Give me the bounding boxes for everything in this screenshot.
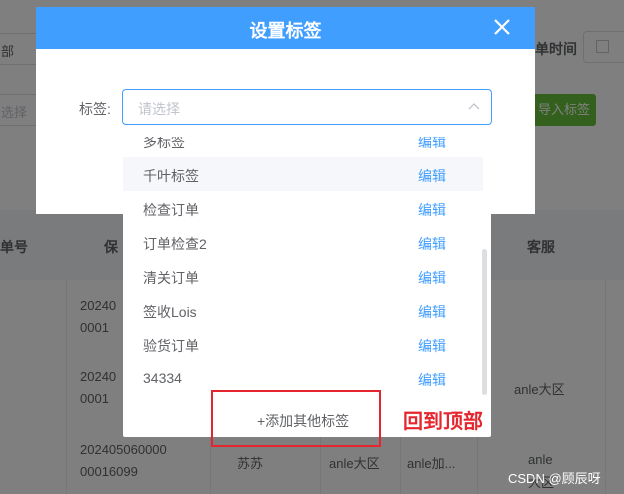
- close-icon[interactable]: [491, 16, 513, 38]
- dropdown-item-label: 千叶标签: [143, 168, 199, 184]
- dialog-title: 设置标签: [249, 21, 322, 41]
- dropdown-item[interactable]: 验货订单 编辑: [123, 327, 483, 361]
- dropdown-item-label: 订单检查2: [143, 236, 207, 252]
- dropdown-item-label: 34334: [143, 370, 182, 386]
- dropdown-item-label: 签收Lois: [143, 304, 197, 320]
- dropdown-item-label: 多标签: [143, 137, 185, 150]
- dropdown-item-edit-link[interactable]: 编辑: [418, 268, 446, 288]
- tag-select-placeholder: 请选择: [138, 101, 180, 117]
- dropdown-item-label: 检查订单: [143, 202, 199, 218]
- dropdown-item-label: 清关订单: [143, 270, 199, 286]
- dropdown-item[interactable]: 清关订单 编辑: [123, 259, 483, 293]
- dropdown-item-edit-link[interactable]: 编辑: [418, 137, 446, 152]
- tag-select[interactable]: 请选择: [122, 89, 492, 125]
- dropdown-scrollbar[interactable]: [482, 249, 487, 395]
- watermark: CSDN @顾辰呀: [508, 471, 601, 486]
- annotation-back-to-top-text: 回到顶部: [403, 411, 483, 433]
- dialog-header: 设置标签: [36, 7, 535, 49]
- dropdown-item-edit-link[interactable]: 编辑: [418, 302, 446, 322]
- chevron-up-icon: [468, 103, 480, 110]
- annotation-highlight-box: [211, 390, 381, 447]
- dropdown-item-edit-link[interactable]: 编辑: [418, 370, 446, 390]
- dropdown-item[interactable]: 签收Lois 编辑: [123, 293, 483, 327]
- dropdown-item[interactable]: 检查订单 编辑: [123, 191, 483, 225]
- dropdown-item-edit-link[interactable]: 编辑: [418, 234, 446, 254]
- dropdown-item-label: 验货订单: [143, 338, 199, 354]
- dropdown-item-edit-link[interactable]: 编辑: [418, 166, 446, 186]
- dropdown-item-edit-link[interactable]: 编辑: [418, 200, 446, 220]
- tag-field-label: 标签:: [79, 101, 111, 117]
- dropdown-item[interactable]: 多标签 编辑: [123, 137, 483, 157]
- dropdown-item-edit-link[interactable]: 编辑: [418, 336, 446, 356]
- dropdown-item[interactable]: 订单检查2 编辑: [123, 225, 483, 259]
- dropdown-item[interactable]: 千叶标签 编辑: [123, 157, 483, 191]
